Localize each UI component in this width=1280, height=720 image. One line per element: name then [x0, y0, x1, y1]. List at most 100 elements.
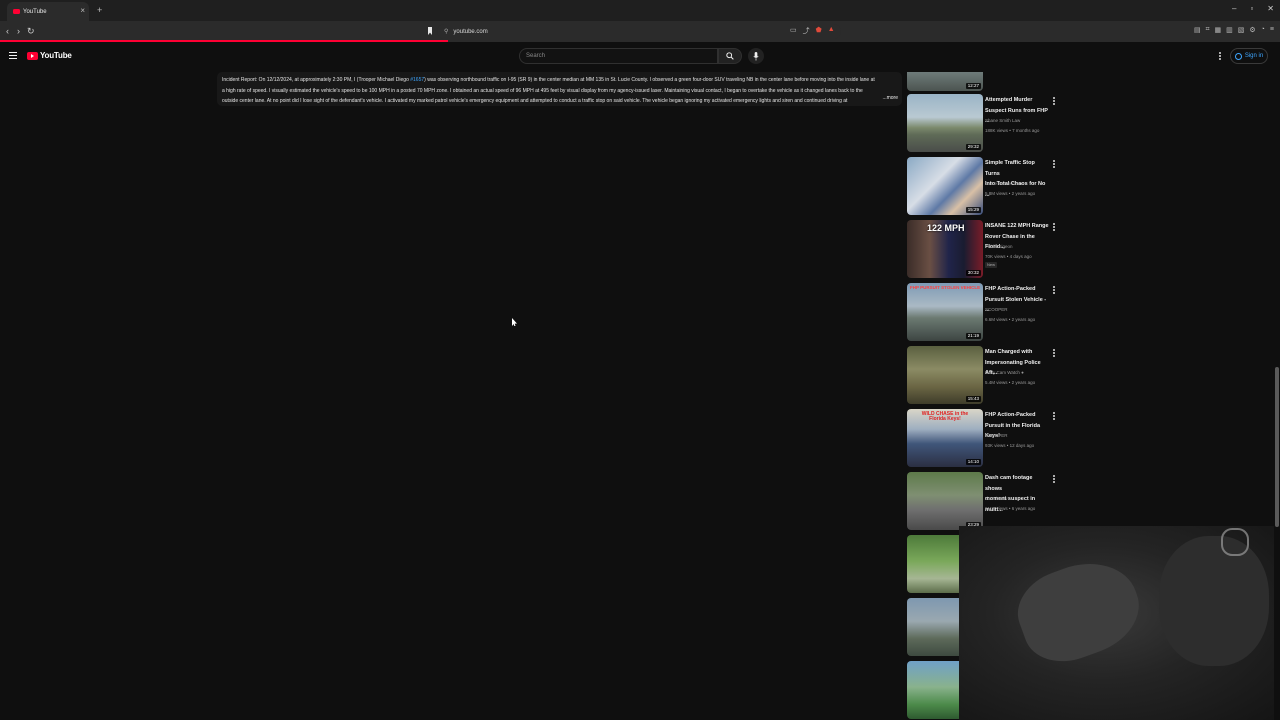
description-line-3: outside center lane. At no point did I l…: [222, 98, 848, 104]
more-actions-icon[interactable]: [1053, 160, 1055, 169]
thumbnail-overlay-text: 122 MPH: [927, 223, 965, 233]
tab-title: YouTube: [23, 8, 47, 15]
extension-icon-2[interactable]: ⌗: [1206, 26, 1210, 34]
extension-icon-3[interactable]: ▦: [1215, 26, 1222, 34]
duration-badge: 15:43: [965, 396, 981, 402]
address-bar-actions: ▭ ⤴ ⬟ ▲: [790, 26, 835, 36]
video-card[interactable]: 15:29 Simple Traffic Stop Turns Into Tota…: [907, 157, 1067, 217]
video-meta: 5.4M views • 2 years ago: [985, 380, 1036, 385]
close-window-button[interactable]: ✕: [1267, 4, 1274, 13]
video-card[interactable]: 122 MPH 30:32 INSANE 122 MPH Range Rover …: [907, 220, 1067, 280]
video-thumbnail[interactable]: 15:29: [907, 157, 983, 215]
more-actions-icon[interactable]: [1053, 412, 1055, 421]
screen: { "browser": { "tab_title": "YouTube", "…: [0, 0, 1280, 720]
video-card[interactable]: 29:32 Attempted Murder Suspect Runs from …: [907, 94, 1067, 154]
video-thumbnail[interactable]: WILD CHASE in the Florida Keys! 14:10: [907, 409, 983, 467]
browser-menu-icon[interactable]: ≡: [1270, 26, 1274, 34]
url-text: youtube.com: [453, 28, 488, 35]
video-description[interactable]: Incident Report: On 12/12/2024, at appro…: [217, 72, 902, 106]
partial-thumbnail[interactable]: 12:27: [907, 72, 983, 91]
settings-gear-icon[interactable]: ⚙: [1249, 26, 1255, 34]
tab-youtube[interactable]: YouTube ×: [7, 2, 89, 21]
video-meta: 93K views • 12 days ago: [985, 443, 1035, 448]
share-icon[interactable]: ⤴: [803, 26, 810, 36]
video-meta: 188K views • 7 months ago: [985, 128, 1040, 133]
extension-icons: ▤ ⌗ ▦ ▥ ▧ ⚙ ◔ ≡: [1194, 26, 1274, 34]
youtube-header: YouTube Search Sign in: [0, 42, 1280, 70]
settings-more-icon[interactable]: [1219, 52, 1221, 60]
channel-name[interactable]: Crime Scene Cam: [985, 179, 1055, 190]
channel-name[interactable]: Shane Smith Law: [985, 116, 1055, 127]
browser-tab-bar: YouTube × + – ▫ ✕: [0, 0, 1280, 21]
video-meta: 70K views • 4 days ago: [985, 254, 1032, 259]
video-card[interactable]: 23:29 Dash cam footage shows moment suspe…: [907, 472, 1067, 532]
video-card[interactable]: FHP PURSUIT STOLEN VEHICLE 21:19 FHP Act…: [907, 283, 1067, 343]
maximize-button[interactable]: ▫: [1250, 4, 1253, 13]
duration-badge: 29:32: [965, 144, 981, 150]
more-actions-icon[interactable]: [1053, 475, 1055, 484]
more-actions-icon[interactable]: [1053, 97, 1055, 106]
search-button[interactable]: [718, 48, 742, 64]
video-meta: 811K views • 6 years ago: [985, 506, 1036, 511]
channel-name[interactable]: Public Pigeon: [985, 242, 1055, 253]
guide-menu-icon[interactable]: [9, 52, 17, 59]
extension-icon-5[interactable]: ▧: [1238, 26, 1245, 34]
alert-extension-icon[interactable]: ▲: [828, 26, 835, 36]
description-text: Incident Report: On 12/12/2024, at appro…: [222, 77, 411, 83]
hashtag-link[interactable]: #1657: [410, 77, 424, 83]
channel-name[interactable]: Body Cam Watch ●: [985, 368, 1055, 379]
video-thumbnail[interactable]: 29:32: [907, 94, 983, 152]
mouse-cursor-icon: [512, 318, 517, 326]
search-input[interactable]: Search: [519, 48, 718, 64]
more-actions-icon[interactable]: [1053, 286, 1055, 295]
back-icon[interactable]: ‹: [6, 26, 9, 36]
account-icon: [1234, 52, 1242, 60]
extension-puzzle-icon[interactable]: ▤: [1194, 26, 1201, 34]
site-info-icon[interactable]: ⚲: [444, 28, 448, 35]
address-bar[interactable]: ⚲ youtube.com: [437, 24, 841, 39]
video-frame-shape: [1221, 528, 1249, 556]
youtube-logo[interactable]: YouTube: [27, 51, 72, 60]
bookmark-icon[interactable]: [428, 27, 432, 35]
tab-close-icon[interactable]: ×: [80, 7, 85, 15]
voice-search-button[interactable]: [748, 48, 764, 64]
search-icon: [726, 52, 734, 60]
new-tab-button[interactable]: +: [97, 5, 102, 15]
mini-player[interactable]: [959, 526, 1280, 720]
channel-name[interactable]: SCOOPER: [985, 431, 1055, 442]
youtube-favicon-icon: [13, 9, 20, 14]
video-thumbnail[interactable]: 23:29: [907, 472, 983, 530]
browser-toolbar: ‹ › ↻ ⚲ youtube.com ▭ ⤴ ⬟ ▲ ▤ ⌗ ▦ ▥ ▧ ⚙ …: [0, 21, 1280, 42]
thumbnail-overlay-text: FHP PURSUIT STOLEN VEHICLE: [910, 285, 981, 290]
verified-badge-icon: ●: [1021, 370, 1024, 375]
sign-in-button[interactable]: Sign in: [1230, 48, 1268, 64]
extension-icon-4[interactable]: ▥: [1226, 26, 1233, 34]
video-card[interactable]: 15:43 Man Charged with Impersonating Poli…: [907, 346, 1067, 406]
video-thumbnail[interactable]: 122 MPH 30:32: [907, 220, 983, 278]
video-meta: 5.8M views • 2 years ago: [985, 191, 1036, 196]
video-frame-shape: [1007, 548, 1151, 674]
duration-badge: 14:10: [965, 459, 981, 465]
video-thumbnail[interactable]: FHP PURSUIT STOLEN VEHICLE 21:19: [907, 283, 983, 341]
minimize-button[interactable]: –: [1232, 4, 1236, 13]
sign-in-label: Sign in: [1244, 53, 1264, 59]
more-actions-icon[interactable]: [1053, 349, 1055, 358]
profile-icon[interactable]: ◔: [1261, 26, 1265, 34]
video-frame-shape: [1159, 536, 1269, 666]
reload-icon[interactable]: ↻: [27, 26, 35, 36]
channel-name[interactable]: cbsmiamitv: [985, 494, 1055, 505]
duration-badge: 15:29: [965, 207, 981, 213]
video-card[interactable]: WILD CHASE in the Florida Keys! 14:10 FH…: [907, 409, 1067, 469]
duration-badge: 21:19: [965, 333, 981, 339]
page-scrollbar-thumb[interactable]: [1275, 367, 1279, 527]
forward-icon[interactable]: ›: [17, 26, 20, 36]
shield-extension-icon[interactable]: ⬟: [816, 26, 822, 36]
install-app-icon[interactable]: ▭: [790, 26, 797, 36]
logo-text: YouTube: [40, 51, 72, 60]
thumbnail-overlay-text: WILD CHASE in the Florida Keys!: [921, 411, 969, 422]
more-actions-icon[interactable]: [1053, 223, 1055, 232]
description-line-1: Incident Report: On 12/12/2024, at appro…: [222, 75, 897, 86]
show-more-button[interactable]: ...more: [879, 92, 898, 103]
channel-name[interactable]: SCOOPER: [985, 305, 1055, 316]
video-thumbnail[interactable]: 15:43: [907, 346, 983, 404]
